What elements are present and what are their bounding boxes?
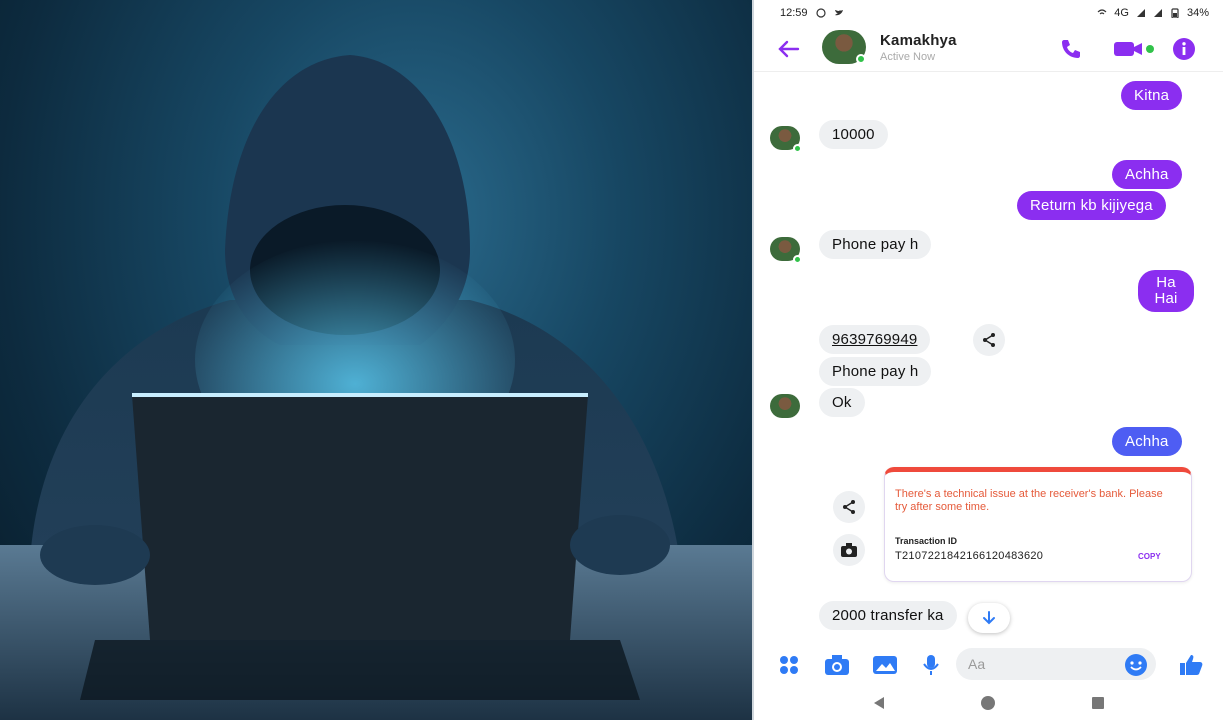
- camera-icon[interactable]: [824, 654, 850, 676]
- message-in[interactable]: 10000: [819, 120, 888, 149]
- message-in[interactable]: 2000 transfer ka: [819, 601, 957, 630]
- whatsapp-icon: [815, 8, 826, 18]
- transaction-id-value: T2107221842166120483620: [895, 550, 1044, 562]
- message-in[interactable]: Ok: [819, 388, 865, 417]
- share-button[interactable]: [973, 324, 1005, 356]
- sender-avatar: [770, 126, 802, 153]
- camera-icon: [841, 543, 857, 557]
- message-composer: Aa: [754, 644, 1223, 686]
- share-icon: [843, 500, 855, 514]
- battery-percent: 34%: [1186, 7, 1209, 19]
- transaction-error-text: There's a technical issue at the receive…: [895, 488, 1163, 513]
- nav-back-icon[interactable]: [871, 695, 887, 711]
- microphone-icon[interactable]: [921, 654, 941, 676]
- network-type: 4G: [1114, 7, 1129, 19]
- twitter-icon: [834, 10, 843, 16]
- transaction-id-label: Transaction ID: [895, 536, 958, 546]
- message-out[interactable]: Return kb kijiyega: [1017, 191, 1166, 220]
- hacker-illustration: [0, 0, 752, 720]
- arrow-down-icon: [983, 611, 995, 625]
- hooded-figure-image: [0, 55, 752, 720]
- status-bar: 12:59 4G 34%: [754, 0, 1223, 26]
- message-out[interactable]: Achha: [1112, 427, 1182, 456]
- copy-button[interactable]: COPY: [1138, 552, 1161, 561]
- message-in[interactable]: Phone pay h: [819, 230, 932, 259]
- apps-grid-icon[interactable]: [778, 654, 800, 676]
- message-list[interactable]: Kitna 10000 Achha Return kb kijiyega Pho…: [754, 72, 1223, 642]
- wifi-icon: [1097, 9, 1107, 15]
- phone-call-icon[interactable]: [1058, 37, 1084, 61]
- camera-button[interactable]: [833, 534, 865, 566]
- contact-info[interactable]: Kamakhya Active Now: [880, 32, 957, 63]
- contact-name: Kamakhya: [880, 32, 957, 49]
- emoji-icon[interactable]: [1124, 653, 1148, 677]
- signal-icon-2: [1153, 9, 1162, 17]
- share-icon: [983, 333, 995, 347]
- status-time: 12:59: [780, 7, 808, 19]
- message-out[interactable]: Kitna: [1121, 81, 1183, 110]
- battery-icon: [1171, 8, 1179, 18]
- signal-icon: [1136, 9, 1145, 17]
- info-icon[interactable]: [1172, 37, 1196, 61]
- gallery-icon[interactable]: [872, 654, 898, 676]
- nav-recents-icon[interactable]: [1090, 695, 1106, 711]
- transaction-screenshot-card[interactable]: There's a technical issue at the receive…: [884, 467, 1192, 582]
- online-indicator: [856, 54, 866, 64]
- nav-home-icon[interactable]: [980, 695, 996, 711]
- contact-avatar[interactable]: [822, 30, 866, 64]
- video-call-icon[interactable]: [1112, 37, 1156, 61]
- sender-avatar: [770, 237, 802, 264]
- chat-header: Kamakhya Active Now: [754, 26, 1223, 72]
- thumbs-up-icon[interactable]: [1178, 653, 1204, 677]
- message-in[interactable]: Phone pay h: [819, 357, 932, 386]
- contact-status: Active Now: [880, 51, 936, 63]
- sender-avatar: [770, 394, 800, 418]
- phone-screen: 12:59 4G 34% Kamakhya Active Now Kitna 1…: [752, 0, 1223, 720]
- message-out[interactable]: Achha: [1112, 160, 1182, 189]
- share-button[interactable]: [833, 491, 865, 523]
- android-nav-bar: [754, 686, 1223, 720]
- scroll-to-bottom-button[interactable]: [968, 603, 1010, 633]
- back-arrow-icon[interactable]: [774, 37, 802, 61]
- message-in-phone-number[interactable]: 9639769949: [819, 325, 931, 354]
- message-out[interactable]: Ha Hai: [1138, 270, 1194, 312]
